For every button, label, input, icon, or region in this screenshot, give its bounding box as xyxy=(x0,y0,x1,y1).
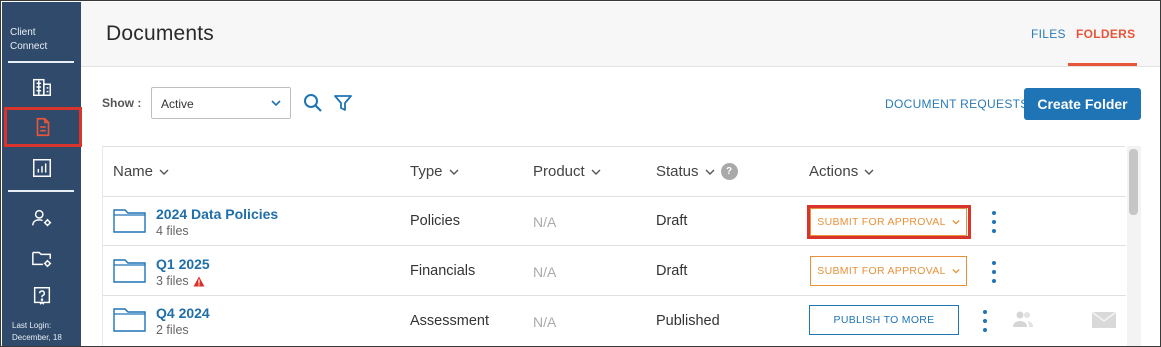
row-divider xyxy=(103,196,1126,197)
more-options-icon[interactable] xyxy=(990,211,998,233)
search-icon[interactable] xyxy=(303,93,323,113)
submit-for-approval-button[interactable]: SUBMIT FOR APPROVAL xyxy=(810,256,967,286)
active-tab-indicator xyxy=(1068,63,1137,66)
document-icon xyxy=(36,117,50,137)
folder-name-link[interactable]: 2024 Data Policies xyxy=(156,206,278,222)
brand-line-1: Client xyxy=(10,27,36,38)
scrollbar-thumb[interactable] xyxy=(1129,149,1138,215)
document-requests-link[interactable]: DOCUMENT REQUESTS xyxy=(885,97,1029,111)
email-icon[interactable] xyxy=(1091,311,1117,329)
chevron-down-icon xyxy=(705,169,715,175)
chevron-down-icon xyxy=(271,100,281,107)
column-label: Type xyxy=(410,163,443,180)
row-divider xyxy=(103,245,1126,246)
file-count-text: 3 files xyxy=(156,274,189,288)
folder-icon xyxy=(113,259,146,283)
sidebar-item-documents[interactable] xyxy=(4,107,82,147)
product-cell: N/A xyxy=(533,314,557,330)
warning-icon xyxy=(193,276,205,286)
column-header-type[interactable]: Type xyxy=(410,163,459,180)
file-count-text: 4 files xyxy=(156,224,189,238)
tab-folders[interactable]: FOLDERS xyxy=(1076,27,1135,41)
chevron-down-icon xyxy=(159,169,169,175)
users-icon[interactable] xyxy=(1011,310,1035,328)
column-label: Product xyxy=(533,163,585,180)
status-cell: Draft xyxy=(656,213,688,229)
sidebar-item-user-settings[interactable] xyxy=(26,202,58,234)
folder-icon xyxy=(113,308,146,332)
file-count: 2 files xyxy=(156,323,189,337)
sidebar-item-buildings[interactable] xyxy=(26,71,58,103)
chevron-down-icon xyxy=(952,268,960,274)
column-header-status[interactable]: Status ? xyxy=(656,163,738,180)
status-info-icon[interactable]: ? xyxy=(720,163,738,180)
create-folder-button[interactable]: Create Folder xyxy=(1024,88,1141,120)
filter-icon[interactable] xyxy=(333,93,353,113)
app-frame: Client Connect Last Login: December, 18 … xyxy=(0,0,1161,347)
row-divider xyxy=(103,295,1126,296)
folders-table: Name Type Product Status ? Actions 2024 … xyxy=(102,146,1126,346)
brand-line-2: Connect xyxy=(10,41,48,52)
tab-files[interactable]: FILES xyxy=(1031,27,1066,41)
help-icon xyxy=(33,287,51,305)
building-icon xyxy=(33,78,51,96)
column-label: Actions xyxy=(809,163,859,180)
last-login-date: December, 18 xyxy=(12,333,62,342)
report-chart-icon xyxy=(33,159,51,177)
last-login-label: Last Login: xyxy=(12,321,52,330)
column-header-actions[interactable]: Actions xyxy=(809,163,874,180)
brand-logo: Client Connect xyxy=(10,26,47,54)
show-filter-value: Active xyxy=(161,97,194,111)
column-header-name[interactable]: Name xyxy=(113,163,169,180)
column-label: Status xyxy=(656,163,699,180)
last-login: Last Login: December, 18 xyxy=(12,320,62,344)
page-title: Documents xyxy=(106,22,215,45)
folder-settings-icon xyxy=(32,251,52,268)
more-options-icon[interactable] xyxy=(990,261,998,283)
show-filter-select[interactable]: Active xyxy=(151,87,291,119)
type-cell: Assessment xyxy=(410,313,489,329)
sidebar: Client Connect Last Login: December, 18 xyxy=(2,2,82,346)
product-cell: N/A xyxy=(533,214,557,230)
file-count: 3 files xyxy=(156,274,205,288)
sidebar-divider xyxy=(8,61,74,63)
type-cell: Financials xyxy=(410,263,476,279)
chevron-down-icon xyxy=(864,169,874,175)
status-cell: Published xyxy=(656,313,720,329)
publish-to-more-button[interactable]: PUBLISH TO MORE xyxy=(809,305,959,335)
product-cell: N/A xyxy=(533,264,557,280)
sidebar-item-reports[interactable] xyxy=(26,152,58,184)
folder-icon xyxy=(113,209,146,233)
folder-name-link[interactable]: Q1 2025 xyxy=(156,256,210,272)
folder-name-link[interactable]: Q4 2024 xyxy=(156,305,210,321)
sidebar-divider xyxy=(8,190,74,192)
action-label: SUBMIT FOR APPROVAL xyxy=(817,265,946,277)
chevron-down-icon xyxy=(591,169,601,175)
show-label: Show : xyxy=(102,96,142,110)
sidebar-item-help[interactable] xyxy=(26,280,58,312)
status-cell: Draft xyxy=(656,263,688,279)
user-settings-icon xyxy=(32,209,52,227)
type-cell: Policies xyxy=(410,213,460,229)
highlight-box xyxy=(807,205,971,239)
chevron-down-icon xyxy=(449,169,459,175)
column-label: Name xyxy=(113,163,154,180)
more-options-icon[interactable] xyxy=(981,310,989,332)
column-header-product[interactable]: Product xyxy=(533,163,601,180)
page-header: Documents FILES FOLDERS xyxy=(81,2,1160,67)
sidebar-item-folder-settings[interactable] xyxy=(26,242,58,274)
file-count-text: 2 files xyxy=(156,323,189,337)
file-count: 4 files xyxy=(156,224,189,238)
